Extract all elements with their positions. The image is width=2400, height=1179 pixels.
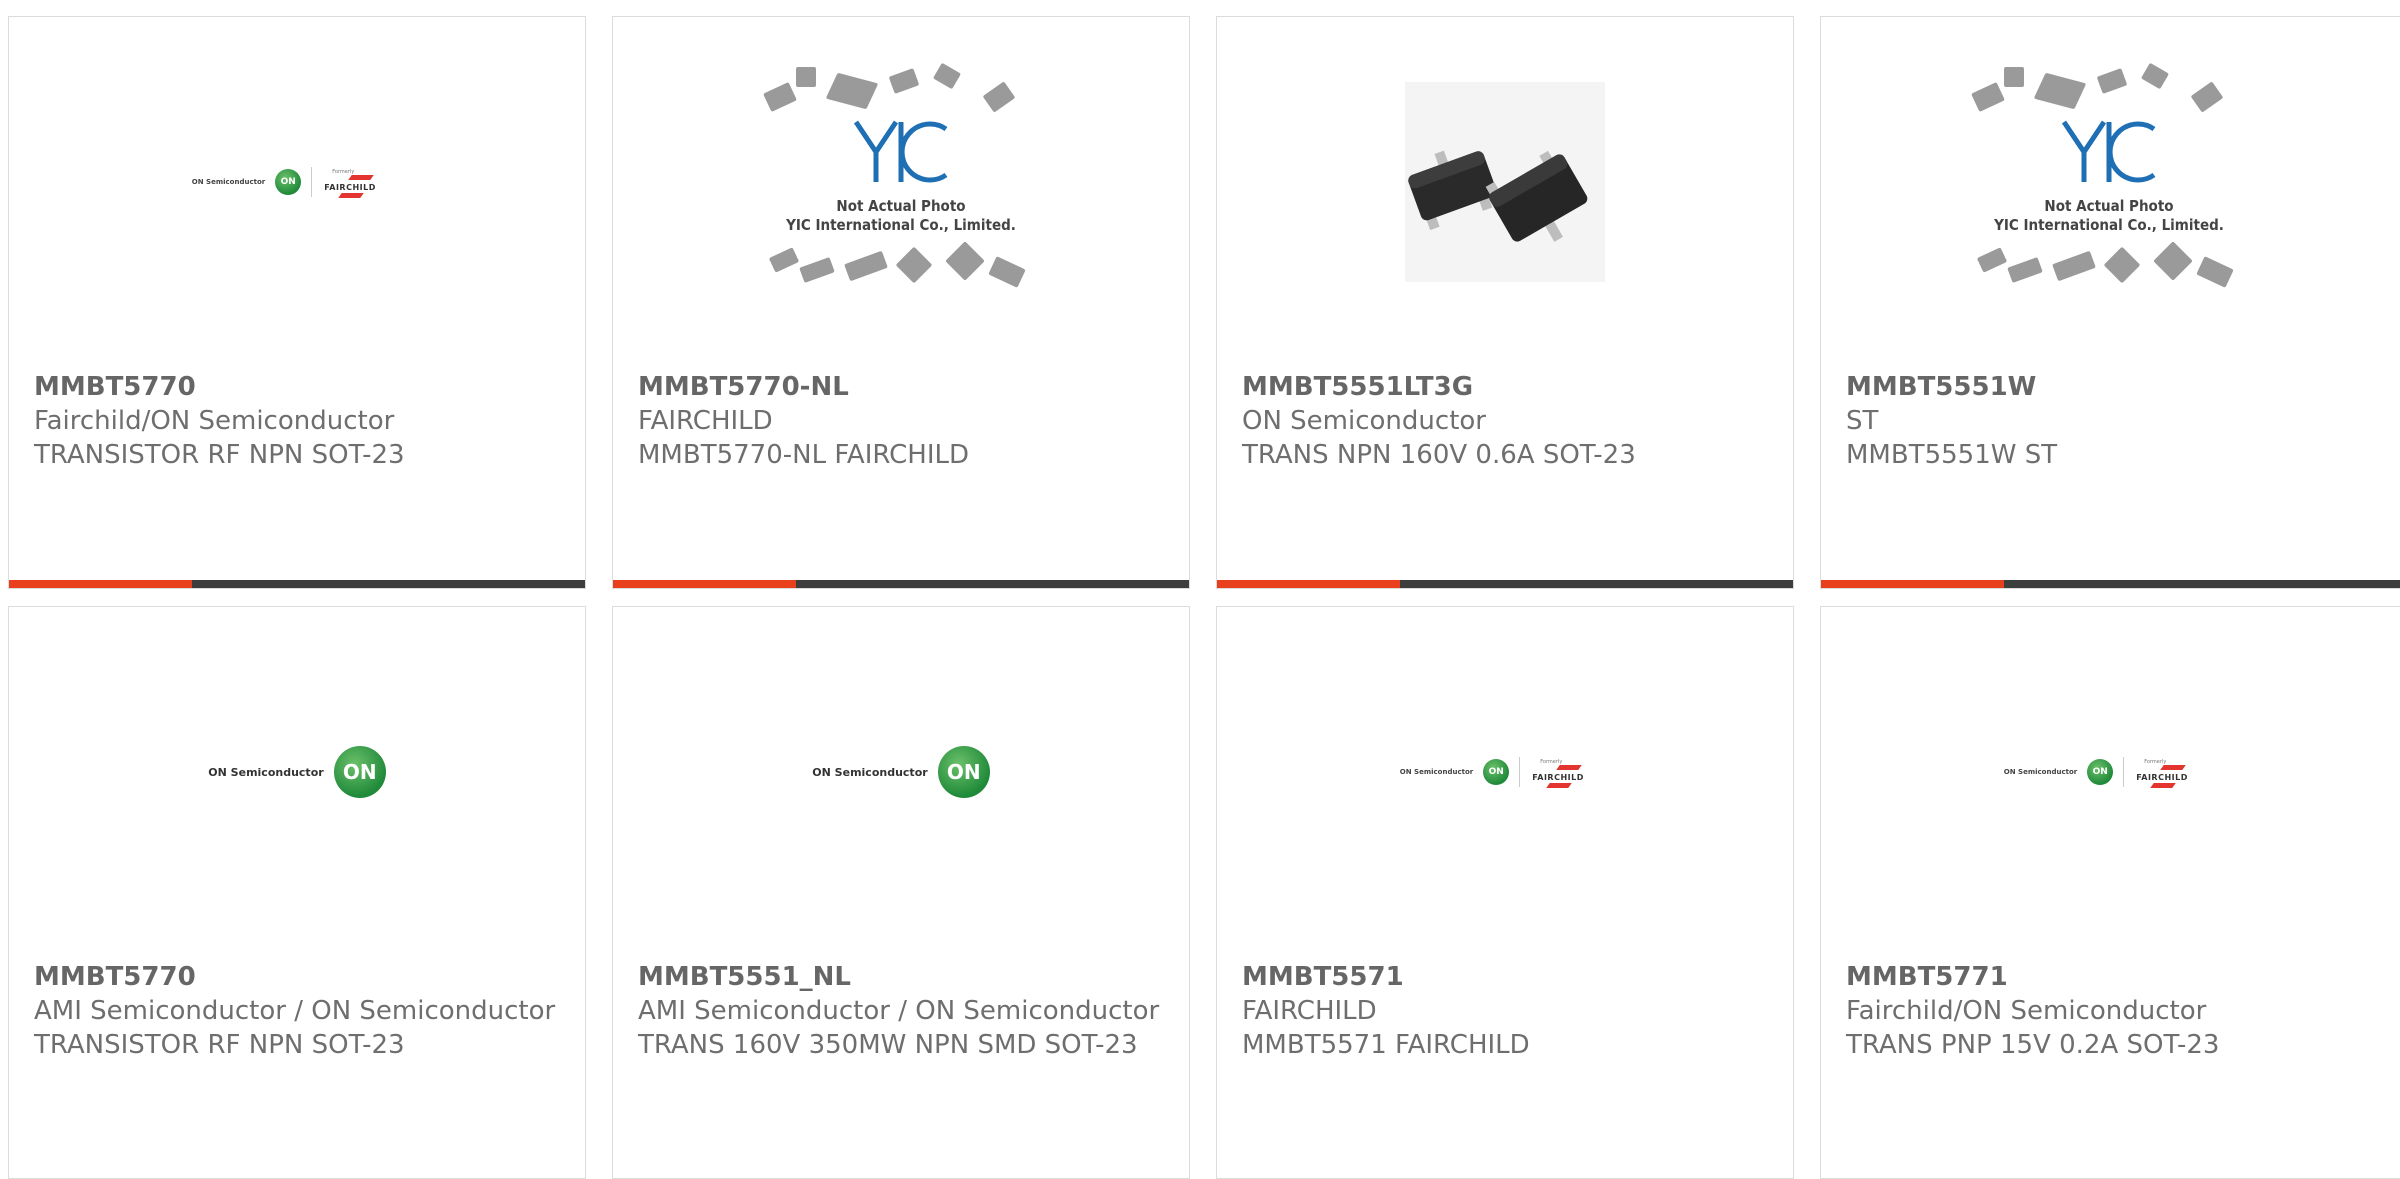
description: TRANS NPN 160V 0.6A SOT-23 (1242, 440, 1636, 470)
product-card[interactable]: ON Semiconductor ON Formerly FAIRCHILD M… (1820, 606, 2400, 1179)
fairchild-wordmark: FAIRCHILD (2136, 773, 2188, 782)
manufacturer: FAIRCHILD (638, 406, 773, 436)
yic-placeholder-image: Not Actual Photo YIC International Co., … (1969, 57, 2249, 307)
sot23-package-photo (1405, 82, 1605, 282)
yic-caption-line2: YIC International Co., Limited. (1994, 216, 2224, 234)
fairchild-flag-icon (2160, 765, 2186, 770)
card-footer-bar (613, 580, 1189, 588)
product-info: MMBT5770 AMI Semiconductor / ON Semicond… (34, 960, 560, 1062)
card-accent-bar (1821, 580, 2004, 588)
description: MMBT5571 FAIRCHILD (1242, 1030, 1530, 1060)
description: MMBT5551W ST (1846, 440, 2058, 470)
product-card[interactable]: ON Semiconductor ON Formerly FAIRCHILD M… (8, 16, 586, 589)
on-semiconductor-wordmark: ON Semiconductor (191, 178, 266, 186)
product-info: MMBT5571 FAIRCHILD MMBT5571 FAIRCHILD (1242, 960, 1768, 1062)
on-circle-logo: ON (937, 746, 990, 798)
card-accent-bar (1217, 580, 1400, 588)
on-circle-logo: ON (333, 746, 386, 798)
product-info: MMBT5551W ST MMBT5551W ST (1846, 370, 2382, 472)
product-image[interactable]: ON Semiconductor ON (613, 647, 1189, 897)
product-card[interactable]: Not Actual Photo YIC International Co., … (612, 16, 1190, 589)
manufacturer: ON Semiconductor (1242, 406, 1486, 436)
yic-caption: Not Actual Photo YIC International Co., … (761, 197, 1041, 235)
fairchild-flag-icon (2150, 783, 2176, 788)
manufacturer: FAIRCHILD (1242, 996, 1377, 1026)
fairchild-flag-icon (348, 175, 374, 180)
product-info: MMBT5551LT3G ON Semiconductor TRANS NPN … (1242, 370, 1768, 472)
logo-divider (1519, 757, 1521, 787)
yic-caption-line1: Not Actual Photo (2044, 197, 2174, 215)
fairchild-logo: Formerly FAIRCHILD (322, 167, 402, 198)
description: TRANS 160V 350MW NPN SMD SOT-23 (638, 1030, 1138, 1060)
on-circle-logo: ON (2087, 759, 2114, 785)
on-circle-logo: ON (275, 169, 302, 195)
fairchild-flag-icon (1556, 765, 1582, 770)
part-number[interactable]: MMBT5571 (1242, 960, 1768, 994)
yic-caption-line2: YIC International Co., Limited. (786, 216, 1016, 234)
product-image[interactable]: ON Semiconductor ON (9, 647, 585, 897)
fairchild-wordmark: FAIRCHILD (1532, 773, 1584, 782)
card-footer-bar (9, 580, 585, 588)
product-info: MMBT5551_NL AMI Semiconductor / ON Semic… (638, 960, 1164, 1062)
product-info: MMBT5771 Fairchild/ON Semiconductor TRAN… (1846, 960, 2382, 1062)
description: TRANSISTOR RF NPN SOT-23 (34, 1030, 405, 1060)
product-image[interactable] (1217, 57, 1793, 307)
yic-caption: Not Actual Photo YIC International Co., … (1969, 197, 2249, 235)
on-semiconductor-wordmark: ON Semiconductor (1399, 768, 1474, 776)
product-image[interactable]: ON Semiconductor ON Formerly FAIRCHILD (1821, 647, 2397, 897)
product-image[interactable]: Not Actual Photo YIC International Co., … (613, 57, 1189, 307)
part-number[interactable]: MMBT5551_NL (638, 960, 1164, 994)
product-card[interactable]: ON Semiconductor ON Formerly FAIRCHILD M… (1216, 606, 1794, 1179)
fairchild-logo: Formerly FAIRCHILD (2134, 757, 2214, 788)
on-semiconductor-wordmark: ON Semiconductor (208, 765, 324, 779)
product-card[interactable]: Not Actual Photo YIC International Co., … (1820, 16, 2400, 589)
fairchild-flag-icon (338, 193, 364, 198)
manufacturer: Fairchild/ON Semiconductor (34, 406, 395, 436)
fairchild-logo: Formerly FAIRCHILD (1530, 757, 1610, 788)
logo-divider (2123, 757, 2125, 787)
description: TRANSISTOR RF NPN SOT-23 (34, 440, 405, 470)
on-semiconductor-logo: ON Semiconductor ON (812, 746, 990, 798)
part-number[interactable]: MMBT5770 (34, 370, 560, 404)
part-number[interactable]: MMBT5551W (1846, 370, 2382, 404)
description: TRANS PNP 15V 0.2A SOT-23 (1846, 1030, 2220, 1060)
part-number[interactable]: MMBT5551LT3G (1242, 370, 1768, 404)
on-semiconductor-wordmark: ON Semiconductor (812, 765, 928, 779)
manufacturer: AMI Semiconductor / ON Semiconductor (34, 996, 556, 1026)
product-info: MMBT5770 Fairchild/ON Semiconductor TRAN… (34, 370, 560, 472)
on-circle-logo: ON (1483, 759, 1510, 785)
fairchild-wordmark: FAIRCHILD (324, 183, 376, 192)
yic-caption-line1: Not Actual Photo (836, 197, 966, 215)
manufacturer: AMI Semiconductor / ON Semiconductor (638, 996, 1160, 1026)
product-image[interactable]: ON Semiconductor ON Formerly FAIRCHILD (9, 57, 585, 307)
card-footer-bar (1217, 580, 1793, 588)
part-number[interactable]: MMBT5770-NL (638, 370, 1164, 404)
on-semiconductor-logo: ON Semiconductor ON (208, 746, 386, 798)
product-info: MMBT5770-NL FAIRCHILD MMBT5770-NL FAIRCH… (638, 370, 1164, 472)
product-card[interactable]: ON Semiconductor ON MMBT5770 AMI Semicon… (8, 606, 586, 1179)
card-footer-bar (1821, 580, 2400, 588)
fairchild-flag-icon (1546, 783, 1572, 788)
product-card[interactable]: ON Semiconductor ON MMBT5551_NL AMI Semi… (612, 606, 1190, 1179)
yic-logo-icon (853, 120, 948, 183)
logo-divider (311, 167, 313, 197)
yic-placeholder-image: Not Actual Photo YIC International Co., … (761, 57, 1041, 307)
on-fairchild-logo: ON Semiconductor ON Formerly FAIRCHILD (2003, 757, 2214, 788)
on-fairchild-logo: ON Semiconductor ON Formerly FAIRCHILD (1399, 757, 1610, 788)
description: MMBT5770-NL FAIRCHILD (638, 440, 970, 470)
manufacturer: ST (1846, 406, 1879, 436)
part-number[interactable]: MMBT5771 (1846, 960, 2382, 994)
part-number[interactable]: MMBT5770 (34, 960, 560, 994)
product-image[interactable]: Not Actual Photo YIC International Co., … (1821, 57, 2397, 307)
on-fairchild-logo: ON Semiconductor ON Formerly FAIRCHILD (191, 167, 402, 198)
yic-logo-icon (2061, 120, 2156, 183)
card-accent-bar (613, 580, 796, 588)
manufacturer: Fairchild/ON Semiconductor (1846, 996, 2207, 1026)
product-grid: ON Semiconductor ON Formerly FAIRCHILD M… (0, 0, 2400, 1179)
on-semiconductor-wordmark: ON Semiconductor (2003, 768, 2078, 776)
card-accent-bar (9, 580, 192, 588)
product-image[interactable]: ON Semiconductor ON Formerly FAIRCHILD (1217, 647, 1793, 897)
product-card[interactable]: MMBT5551LT3G ON Semiconductor TRANS NPN … (1216, 16, 1794, 589)
